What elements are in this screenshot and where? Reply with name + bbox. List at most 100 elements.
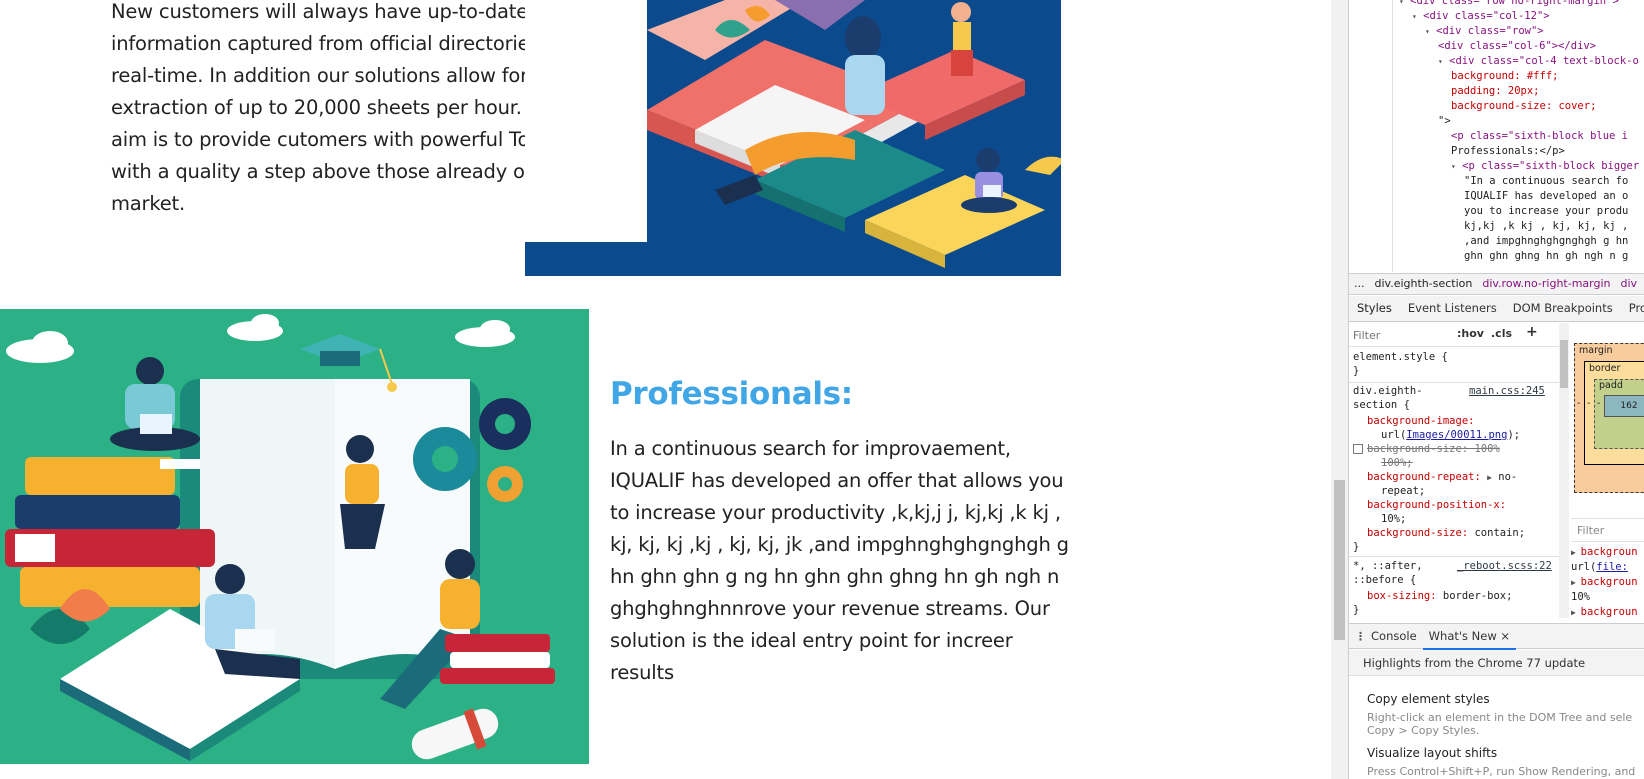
dom-node-text: <div class="col-6"></div> bbox=[1438, 40, 1597, 52]
dom-node-line[interactable]: ▾ <div class="row"> bbox=[1425, 24, 1544, 39]
computed-filter-input[interactable]: Filter bbox=[1571, 518, 1644, 542]
box-sizing-prop[interactable]: box-sizing: bbox=[1367, 590, 1437, 602]
new-style-rule-button[interactable]: + bbox=[1526, 324, 1538, 340]
rule-close: } bbox=[1353, 365, 1360, 377]
computed-row[interactable]: ▶ backgroun bbox=[1571, 545, 1644, 560]
computed-row[interactable]: ▶ backgroun bbox=[1571, 575, 1644, 590]
tab-event-listeners[interactable]: Event Listeners bbox=[1400, 296, 1505, 321]
computed-row[interactable]: ▶ backgroun bbox=[1571, 605, 1644, 620]
dom-node-text: background: #fff; bbox=[1451, 70, 1559, 82]
bg-repeat-prop[interactable]: background-repeat: bbox=[1367, 471, 1481, 483]
computed-prop: backgroun bbox=[1580, 576, 1638, 588]
bg-repeat-val[interactable]: no- bbox=[1498, 471, 1517, 483]
dom-node-line[interactable]: kj,kj ,k kj , kj, kj, kj , bbox=[1464, 219, 1628, 234]
sidebar-panel-tabs: StylesEvent ListenersDOM BreakpointsProp bbox=[1349, 296, 1644, 322]
whats-new-item-desc: Right-click an element in the DOM Tree a… bbox=[1367, 711, 1633, 724]
bg-size-struck[interactable]: background-size: 100% bbox=[1367, 442, 1500, 456]
expand-triangle-icon[interactable]: ▾ bbox=[1425, 27, 1430, 36]
dom-node-line[interactable]: Professionals:</p> bbox=[1451, 144, 1565, 159]
box-model-content[interactable]: 162 bbox=[1604, 395, 1644, 417]
bg-image-url-pre: url( bbox=[1381, 429, 1407, 441]
bg-size-prop[interactable]: background-size: bbox=[1367, 527, 1468, 539]
expand-triangle-icon[interactable]: ▶ bbox=[1487, 473, 1492, 482]
dom-node-line[interactable]: you to increase your produ bbox=[1464, 204, 1628, 219]
expand-triangle-icon[interactable]: ▶ bbox=[1571, 578, 1581, 587]
computed-properties-list[interactable]: ▶ backgroun url(file: ▶ backgroun 10% ▶ ba… bbox=[1571, 545, 1644, 620]
whats-new-item-title-layout-shifts[interactable]: Visualize layout shifts bbox=[1367, 746, 1497, 760]
dom-node-line[interactable]: ▾ <div class="col-4 text-block-o bbox=[1438, 54, 1639, 69]
dom-node-text: <p class="sixth-block bigger bbox=[1462, 160, 1640, 172]
page-scrollbar-track[interactable] bbox=[1331, 0, 1348, 779]
bg-size-val[interactable]: contain; bbox=[1474, 527, 1525, 539]
breadcrumb-ellipsis[interactable]: ... bbox=[1349, 274, 1370, 294]
whats-new-item-title-copy-styles[interactable]: Copy element styles bbox=[1367, 692, 1490, 706]
whats-new-item2-desc: Press Control+Shift+P, run Show Renderin… bbox=[1367, 765, 1636, 778]
dom-node-text: <div class="col-4 text-block-o bbox=[1449, 55, 1639, 67]
dom-node-line[interactable]: ,and impghnghghgnghgh g hn bbox=[1464, 234, 1628, 249]
bg-posx-prop[interactable]: background-position-x: bbox=[1367, 499, 1506, 511]
expand-triangle-icon[interactable]: ▾ bbox=[1451, 162, 1456, 171]
box-model-padding-left-value: - bbox=[1597, 398, 1601, 409]
dom-node-line[interactable]: ▾ <div class="col-12"> bbox=[1412, 9, 1550, 24]
bg-image-prop[interactable]: background-image: bbox=[1367, 415, 1474, 427]
dom-node-text: padding: 20px; bbox=[1451, 85, 1540, 97]
expand-triangle-icon[interactable]: ▾ bbox=[1438, 57, 1443, 66]
breadcrumb-row[interactable]: div.row.no-right-margin bbox=[1477, 274, 1615, 294]
tab-dom-breakpoints[interactable]: DOM Breakpoints bbox=[1505, 296, 1621, 321]
box-sizing-val[interactable]: border-box; bbox=[1443, 590, 1513, 602]
dom-node-line[interactable]: background-size: cover; bbox=[1451, 99, 1596, 114]
dom-node-text: "> bbox=[1438, 115, 1451, 127]
styles-scrollbar-thumb[interactable] bbox=[1560, 340, 1568, 388]
tab-styles[interactable]: Styles bbox=[1349, 296, 1400, 321]
bg-image-url-post: ); bbox=[1507, 429, 1521, 441]
bg-image-url-link[interactable]: Images/00011.png bbox=[1406, 429, 1507, 441]
dom-node-line[interactable]: ▾ <div class="row no-right-margin"> bbox=[1399, 0, 1619, 9]
styles-filter-input[interactable] bbox=[1353, 327, 1448, 344]
page-scrollbar-thumb[interactable] bbox=[1334, 480, 1345, 640]
rule-divider-2 bbox=[1349, 556, 1559, 557]
bg-repeat-val-cont: repeat; bbox=[1381, 485, 1426, 497]
breadcrumb-eighth-section[interactable]: div.eighth-section bbox=[1370, 274, 1478, 294]
eighth-section-selector: div.eighth- bbox=[1353, 385, 1423, 397]
tab-whats-new[interactable]: What's New × bbox=[1422, 624, 1517, 650]
bg-size-checkbox[interactable] bbox=[1353, 442, 1363, 456]
dom-breadcrumbs: ... div.eighth-section div.row.no-right-ma… bbox=[1349, 273, 1644, 295]
expand-triangle-icon[interactable]: ▾ bbox=[1399, 0, 1404, 6]
dom-node-line[interactable]: "In a continuous search fo bbox=[1464, 174, 1628, 189]
bg-posx-val[interactable]: 10%; bbox=[1381, 512, 1406, 526]
close-icon[interactable]: × bbox=[1500, 629, 1510, 643]
dom-node-line[interactable]: padding: 20px; bbox=[1451, 84, 1540, 99]
main-css-link[interactable]: main.css:245 bbox=[1469, 384, 1545, 398]
dom-node-text: background-size: cover; bbox=[1451, 100, 1597, 112]
reboot-selector: *, ::after, bbox=[1353, 560, 1423, 572]
dom-tree[interactable]: ▾ <div class="row no-right-margin"> ▾ <di… bbox=[1349, 0, 1644, 272]
drawer-menu-icon[interactable]: ⋮ bbox=[1349, 625, 1366, 649]
dom-node-line[interactable]: IQUALIF has developed an o bbox=[1464, 189, 1628, 204]
rule-close-3: } bbox=[1353, 604, 1360, 616]
box-model-border-label: border bbox=[1589, 363, 1621, 374]
dom-node-line[interactable]: <p class="sixth-block blue i bbox=[1451, 129, 1628, 144]
expand-triangle-icon[interactable]: ▶ bbox=[1571, 548, 1581, 557]
dom-node-line[interactable]: ghn ghn ghng hn gh ngh n g bbox=[1464, 249, 1628, 264]
dom-node-line[interactable]: "> bbox=[1438, 114, 1451, 129]
whats-new-header: Highlights from the Chrome 77 update bbox=[1349, 650, 1644, 676]
breadcrumb-div[interactable]: div bbox=[1616, 274, 1643, 294]
computed-row[interactable]: 10% bbox=[1571, 590, 1644, 605]
rule-close-2: } bbox=[1353, 541, 1360, 553]
computed-value[interactable]: file: bbox=[1596, 561, 1628, 573]
tab-console[interactable]: Console bbox=[1365, 624, 1423, 648]
dom-node-text: <p class="sixth-block blue i bbox=[1451, 130, 1629, 142]
expand-triangle-icon[interactable]: ▾ bbox=[1412, 12, 1417, 21]
dom-node-text: ghn ghn ghng hn gh ngh n g bbox=[1464, 250, 1629, 262]
dom-node-line[interactable]: background: #fff; bbox=[1451, 69, 1558, 84]
dom-node-line[interactable]: ▾ <p class="sixth-block bigger bbox=[1451, 159, 1639, 174]
computed-row[interactable]: url(file: bbox=[1571, 560, 1644, 575]
dom-node-line[interactable]: <div class="col-6"></div> bbox=[1438, 39, 1596, 54]
styles-pane[interactable]: element.style { } div.eighth- section { … bbox=[1349, 348, 1559, 618]
class-toggle[interactable]: .cls bbox=[1491, 327, 1512, 340]
expand-triangle-icon[interactable]: ▶ bbox=[1571, 608, 1581, 617]
hover-state-toggle[interactable]: :hov bbox=[1457, 327, 1484, 340]
tab-properties[interactable]: Prop bbox=[1621, 296, 1644, 321]
reboot-scss-link[interactable]: _reboot.scss:22 bbox=[1457, 559, 1552, 573]
devtools-panel: ▾ <div class="row no-right-margin"> ▾ <di… bbox=[1348, 0, 1644, 779]
